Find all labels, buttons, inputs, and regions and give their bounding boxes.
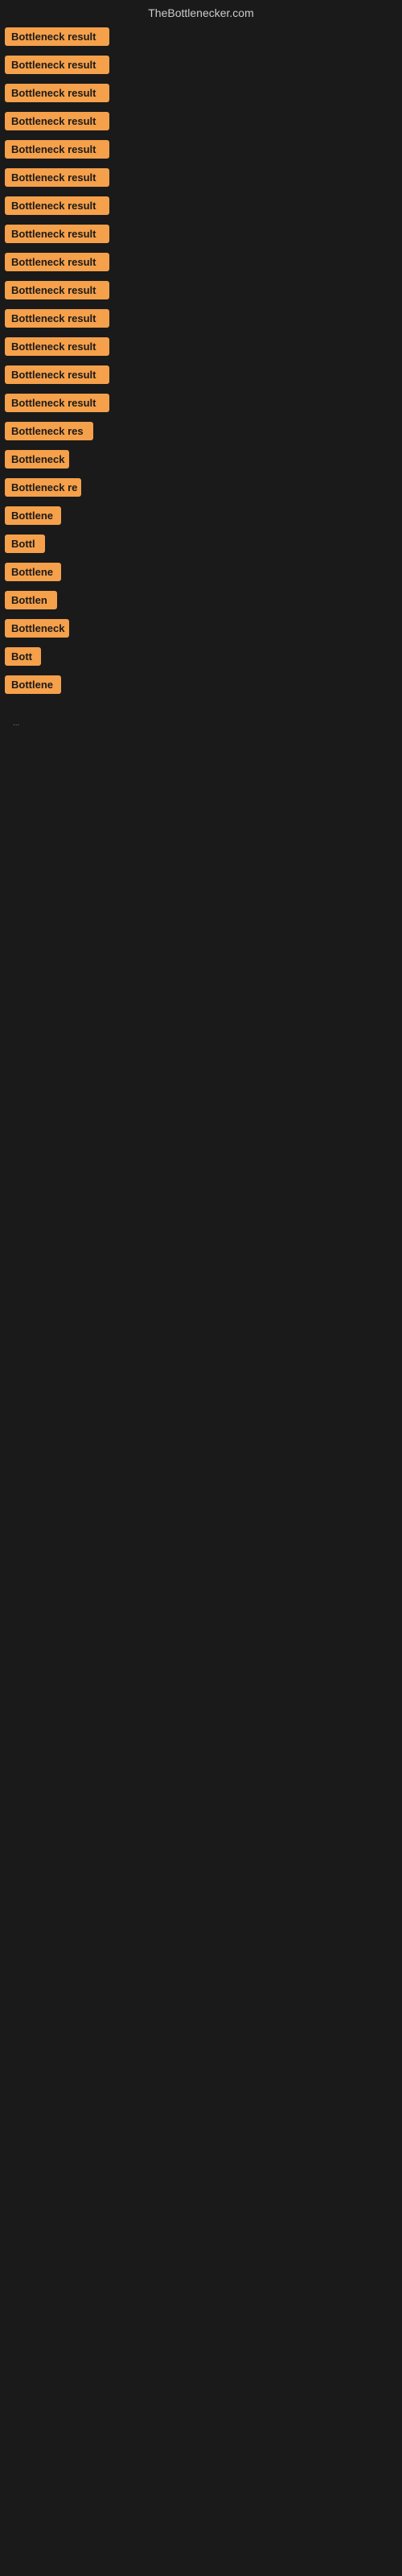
bottleneck-badge[interactable]: Bottleneck result — [5, 253, 109, 271]
result-row[interactable]: Bottlene — [0, 502, 402, 530]
bottleneck-badge[interactable]: Bottl — [5, 535, 45, 553]
bottleneck-badge[interactable]: Bottleneck res — [5, 422, 93, 440]
bottleneck-badge[interactable]: Bottleneck — [5, 619, 69, 638]
bottleneck-badge[interactable]: Bottleneck result — [5, 84, 109, 102]
result-row[interactable]: Bottl — [0, 530, 402, 558]
result-row[interactable]: Bottleneck result — [0, 163, 402, 192]
ellipsis-text: ... — [6, 716, 19, 731]
bottleneck-badge[interactable]: Bottleneck result — [5, 309, 109, 328]
result-row[interactable]: Bottleneck result — [0, 51, 402, 79]
result-row[interactable]: Bottleneck result — [0, 135, 402, 163]
site-title: TheBottlenecker.com — [148, 6, 254, 19]
result-row[interactable]: Bottleneck result — [0, 248, 402, 276]
result-row[interactable]: Bottleneck result — [0, 389, 402, 417]
bottleneck-badge[interactable]: Bott — [5, 647, 41, 666]
result-row[interactable]: Bottleneck result — [0, 192, 402, 220]
result-row[interactable]: Bottleneck result — [0, 332, 402, 361]
result-row[interactable]: Bottleneck — [0, 614, 402, 642]
result-row[interactable]: Bottleneck res — [0, 417, 402, 445]
result-row[interactable]: Bottlene — [0, 558, 402, 586]
bottleneck-badge[interactable]: Bottlene — [5, 563, 61, 581]
bottleneck-badge[interactable]: Bottlene — [5, 506, 61, 525]
bottleneck-badge[interactable]: Bottleneck result — [5, 140, 109, 159]
bottleneck-badge[interactable]: Bottleneck result — [5, 196, 109, 215]
result-row[interactable]: Bottleneck result — [0, 107, 402, 135]
results-list: Bottleneck result Bottleneck result Bottle… — [0, 23, 402, 699]
result-row[interactable]: Bottleneck — [0, 445, 402, 473]
result-row[interactable]: Bottleneck result — [0, 220, 402, 248]
result-row[interactable]: Bottleneck result — [0, 304, 402, 332]
site-header: TheBottlenecker.com — [0, 0, 402, 23]
result-row[interactable]: Bottleneck re — [0, 473, 402, 502]
bottleneck-badge[interactable]: Bottleneck result — [5, 281, 109, 299]
bottleneck-badge[interactable]: Bottleneck — [5, 450, 69, 469]
bottleneck-badge[interactable]: Bottleneck result — [5, 168, 109, 187]
bottleneck-badge[interactable]: Bottleneck result — [5, 365, 109, 384]
bottleneck-badge[interactable]: Bottlen — [5, 591, 57, 609]
bottleneck-badge[interactable]: Bottleneck result — [5, 225, 109, 243]
bottleneck-badge[interactable]: Bottleneck result — [5, 27, 109, 46]
bottleneck-badge[interactable]: Bottlene — [5, 675, 61, 694]
result-row[interactable]: Bottlene — [0, 671, 402, 699]
result-row[interactable]: Bottleneck result — [0, 23, 402, 51]
bottleneck-badge[interactable]: Bottleneck re — [5, 478, 81, 497]
bottleneck-badge[interactable]: Bottleneck result — [5, 112, 109, 130]
result-row[interactable]: Bottlen — [0, 586, 402, 614]
result-row[interactable]: Bottleneck result — [0, 276, 402, 304]
result-row[interactable]: Bott — [0, 642, 402, 671]
bottleneck-badge[interactable]: Bottleneck result — [5, 56, 109, 74]
result-row[interactable]: Bottleneck result — [0, 361, 402, 389]
bottleneck-badge[interactable]: Bottleneck result — [5, 337, 109, 356]
result-row[interactable]: Bottleneck result — [0, 79, 402, 107]
bottleneck-badge[interactable]: Bottleneck result — [5, 394, 109, 412]
ellipsis-section: ... — [0, 699, 402, 745]
